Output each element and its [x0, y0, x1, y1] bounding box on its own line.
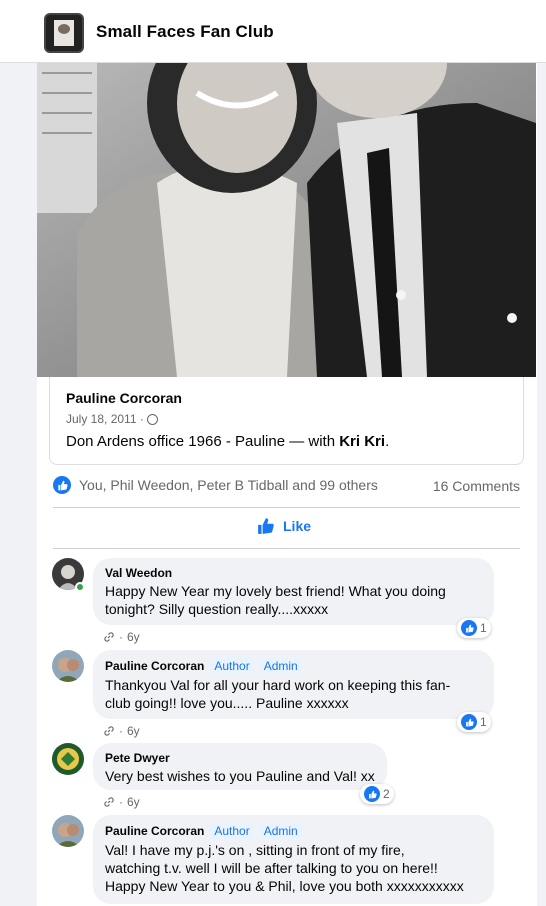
avatar[interactable] [52, 650, 84, 682]
shared-post-text: Don Ardens office 1966 - Pauline — with … [66, 433, 389, 450]
comment-text: Val! I have my p.j.'s on , sitting in fr… [105, 842, 405, 858]
comment-reaction-count[interactable]: 1 [457, 618, 491, 638]
comment-text: Thankyou Val for all your hard work on k… [105, 677, 451, 693]
comment-time[interactable]: 6y [127, 630, 140, 644]
thumbs-up-icon [258, 518, 274, 534]
globe-icon [146, 413, 158, 425]
comment-meta: · 6y [103, 630, 140, 644]
like-count: 2 [383, 787, 390, 801]
comment-author[interactable]: Pauline Corcoran [105, 824, 204, 838]
group-name[interactable]: Small Faces Fan Club [96, 22, 274, 42]
comment-meta: · 6y [103, 795, 140, 809]
group-avatar[interactable] [44, 13, 84, 53]
comment-meta: · 6y [103, 724, 140, 738]
divider [53, 507, 520, 508]
comment-reaction-count[interactable]: 2 [360, 784, 394, 804]
shared-post-author[interactable]: Pauline Corcoran [66, 390, 182, 406]
comment-text: watching t.v. well I will be after talki… [105, 860, 438, 876]
group-header: Small Faces Fan Club [0, 0, 546, 63]
admin-badge: Admin [259, 658, 302, 674]
like-reaction-icon [53, 476, 71, 494]
comments-count[interactable]: 16 Comments [433, 478, 520, 494]
link-icon [104, 797, 114, 807]
like-label: Like [283, 518, 312, 534]
reaction-summary[interactable]: You, Phil Weedon, Peter B Tidball and 99… [53, 476, 378, 494]
link-icon [104, 632, 114, 642]
link-icon [104, 726, 114, 736]
like-button[interactable]: Like [257, 517, 311, 535]
comment-reaction-count[interactable]: 1 [457, 712, 491, 732]
comment-text: Happy New Year to you & Phil, love you b… [105, 878, 464, 894]
author-badge: Author [210, 823, 254, 839]
post-text-end: . [385, 433, 390, 450]
divider [53, 548, 520, 549]
comment-bubble: Val Weedon Happy New Year my lovely best… [93, 558, 494, 625]
comment-time[interactable]: 6y [127, 795, 140, 809]
comment-author[interactable]: Val Weedon [105, 566, 172, 580]
author-badge: Author [210, 658, 254, 674]
comment-bubble: Pauline Corcoran Author Admin Val! I hav… [93, 815, 494, 904]
comment-author[interactable]: Pauline Corcoran [105, 659, 204, 673]
tagged-person-link[interactable]: Kri Kri [339, 433, 385, 450]
post-text: Don Ardens office 1966 - Pauline — with [66, 433, 340, 450]
shared-post-info: Pauline Corcoran July 18, 2011 · Don Ard… [49, 377, 524, 465]
online-status-dot [75, 582, 85, 592]
comment-bubble: Pete Dwyer Very best wishes to you Pauli… [93, 743, 387, 790]
admin-badge: Admin [259, 823, 302, 839]
avatar[interactable] [52, 815, 84, 847]
comment-author[interactable]: Pete Dwyer [105, 751, 170, 765]
comment-text: tonight? Silly question really....xxxxx [105, 601, 329, 617]
post-date-text[interactable]: July 18, 2011 · [66, 412, 144, 426]
comment-time[interactable]: 6y [127, 724, 140, 738]
like-count: 1 [480, 621, 487, 635]
comment-bubble: Pauline Corcoran Author Admin Thankyou V… [93, 650, 494, 719]
shared-post-date[interactable]: July 18, 2011 · [66, 412, 158, 426]
post-photo[interactable] [37, 63, 536, 377]
comment-text: Happy New Year my lovely best friend! Wh… [105, 583, 446, 599]
comment-text: club going!! love you..... Pauline xxxxx… [105, 695, 349, 711]
comment-text: Very best wishes to you Pauline and Val!… [105, 768, 375, 784]
reaction-names[interactable]: You, Phil Weedon, Peter B Tidball and 99… [79, 477, 378, 493]
like-count: 1 [480, 715, 487, 729]
post-card: Pauline Corcoran July 18, 2011 · Don Ard… [37, 63, 537, 906]
avatar[interactable] [52, 743, 84, 775]
